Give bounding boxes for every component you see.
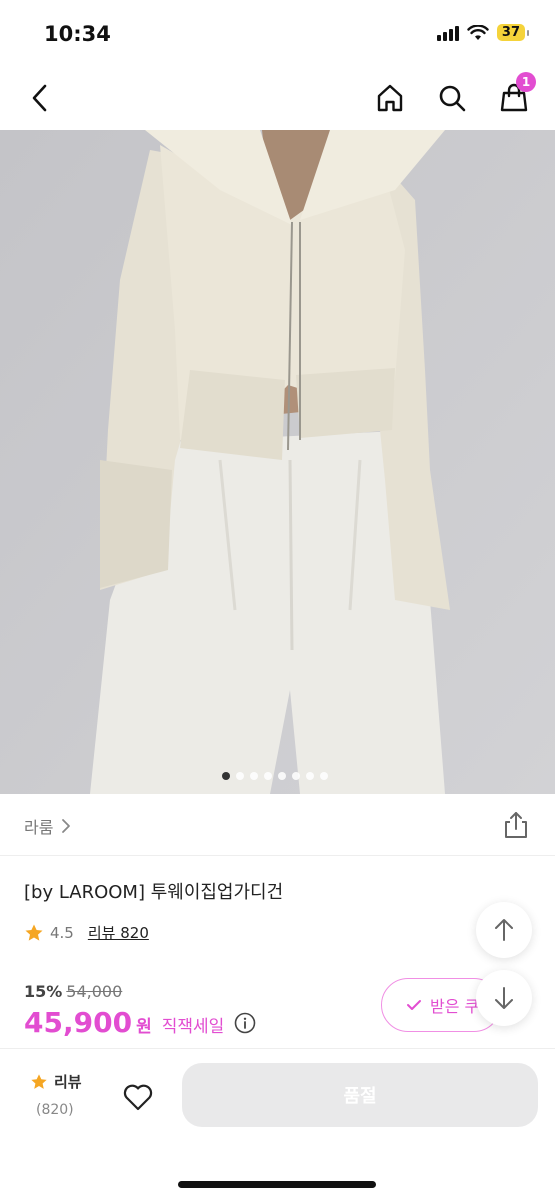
heart-icon — [123, 1084, 153, 1111]
brand-name: 라룸 — [24, 818, 54, 837]
status-icons: 37 — [436, 24, 530, 41]
chevron-left-icon — [32, 84, 47, 112]
product-photo — [0, 130, 555, 794]
gallery-dot[interactable] — [264, 772, 272, 780]
share-icon — [505, 812, 527, 838]
product-image[interactable] — [0, 130, 555, 794]
share-button[interactable] — [501, 810, 531, 840]
cart-button[interactable]: 1 — [494, 72, 536, 118]
status-time: 10:34 — [44, 22, 111, 46]
back-button[interactable] — [20, 78, 60, 118]
wishlist-button[interactable] — [118, 1077, 158, 1117]
rating-score: 4.5 — [50, 923, 74, 942]
chevron-right-icon — [62, 819, 71, 833]
coupon-label: 받은 쿠 — [430, 997, 480, 1016]
review-label-row: 리뷰 — [30, 1071, 82, 1092]
price-row: 45,900 원 직잭세일 — [24, 1006, 256, 1039]
arrow-up-icon — [495, 919, 513, 941]
gallery-dot[interactable] — [320, 772, 328, 780]
signal-icon — [436, 25, 459, 41]
scroll-to-bottom-button[interactable] — [476, 970, 532, 1026]
discount-row: 15% 54,000 — [24, 982, 122, 1001]
gallery-dot[interactable] — [306, 772, 314, 780]
brand-row: 라룸 — [0, 794, 555, 856]
status-bar: 10:34 37 — [0, 0, 555, 64]
home-indicator — [178, 1181, 376, 1188]
gallery-dot[interactable] — [292, 772, 300, 780]
wifi-icon — [467, 24, 489, 40]
star-icon — [31, 1073, 47, 1089]
original-price: 54,000 — [66, 982, 123, 1001]
rating-row: 4.5 리뷰 820 — [24, 922, 149, 943]
gallery-dot[interactable] — [250, 772, 258, 780]
arrow-down-icon — [495, 987, 513, 1009]
star-icon — [25, 924, 43, 941]
review-count: (820) — [36, 1102, 74, 1118]
sold-out-button[interactable]: 품절 — [182, 1063, 538, 1127]
scroll-to-top-button[interactable] — [476, 902, 532, 958]
sale-price: 45,900 — [24, 1006, 133, 1039]
sale-type-label: 직잭세일 — [161, 1017, 225, 1037]
review-summary[interactable]: 리뷰 (820) — [30, 1071, 82, 1118]
search-icon — [439, 85, 466, 112]
review-link[interactable]: 리뷰 820 — [88, 922, 149, 943]
search-button[interactable] — [432, 78, 472, 118]
gallery-dot[interactable] — [236, 772, 244, 780]
gallery-dot[interactable] — [222, 772, 230, 780]
review-label: 리뷰 — [54, 1073, 82, 1091]
home-icon — [377, 84, 403, 112]
home-button[interactable] — [370, 78, 410, 118]
check-icon — [407, 1000, 421, 1010]
battery-indicator: 37 — [496, 24, 530, 41]
gallery-pagination — [222, 772, 328, 780]
discount-percent: 15% — [24, 982, 63, 1001]
currency-unit: 원 — [136, 1017, 152, 1037]
cart-count-badge: 1 — [516, 72, 536, 92]
info-icon[interactable] — [234, 1012, 256, 1034]
nav-bar: 1 — [0, 64, 555, 130]
brand-link[interactable]: 라룸 — [24, 814, 71, 838]
gallery-dot[interactable] — [278, 772, 286, 780]
bottom-action-bar: 리뷰 (820) 품절 — [0, 1048, 555, 1200]
product-title: [by LAROOM] 투웨이집업가디건 — [24, 882, 284, 903]
